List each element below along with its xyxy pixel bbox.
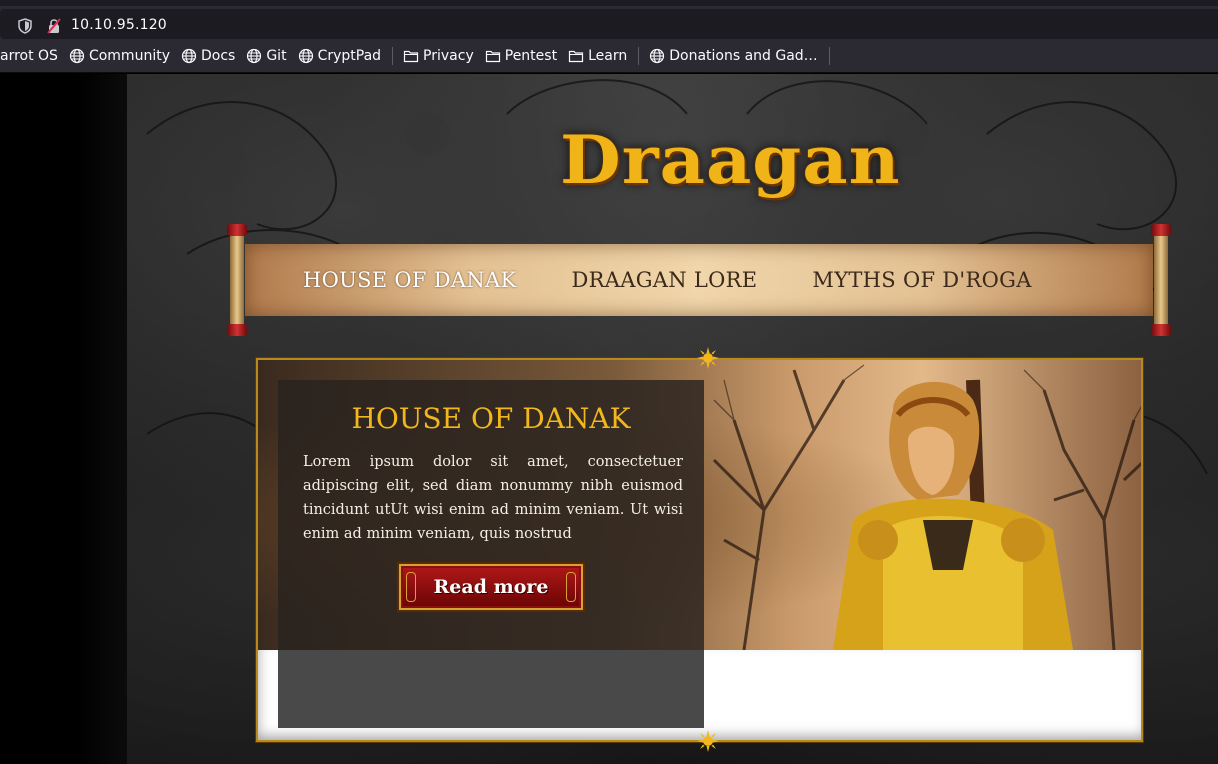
feature-body: Lorem ipsum dolor sit amet, consectetuer… xyxy=(303,454,683,542)
read-more-button[interactable]: Read more xyxy=(399,564,583,610)
bookmark-label: CryptPad xyxy=(317,48,382,64)
folder-icon xyxy=(485,50,500,63)
folder-icon xyxy=(568,50,584,63)
shield-icon[interactable] xyxy=(17,18,33,34)
bookmark-label: Privacy xyxy=(423,48,474,64)
bookmark-separator xyxy=(392,47,394,65)
bookmark-label: Git xyxy=(266,48,287,64)
feature-text-panel: HOUSE OF DANAK Lorem ipsum dolor sit ame… xyxy=(278,380,704,728)
warrior-woman-illustration xyxy=(833,379,1073,650)
bookmark-cryptpad[interactable]: CryptPad xyxy=(298,48,388,64)
insecure-lock-icon[interactable] xyxy=(46,18,62,34)
browser-toolbar: 10.10.95.120 xyxy=(0,0,1218,40)
address-bar[interactable]: 10.10.95.120 xyxy=(0,9,1218,39)
bookmark-label: Docs xyxy=(200,48,236,64)
read-more-label: Read more xyxy=(433,576,549,598)
bookmark-label: arrot OS xyxy=(0,48,58,64)
ornament-right xyxy=(566,572,576,602)
bookmark-folder-privacy[interactable]: Privacy xyxy=(403,48,481,64)
bookmark-label: Pentest xyxy=(504,48,558,64)
globe-icon xyxy=(69,48,85,64)
bookmark-label: Community xyxy=(88,48,170,64)
web-page: Draagan HOUSE OF DANAK DRAAGAN LORE MYTH… xyxy=(0,74,1218,764)
bookmark-folder-learn[interactable]: Learn xyxy=(568,48,634,64)
bookmark-folder-pentest[interactable]: Pentest xyxy=(485,48,564,64)
bookmark-separator xyxy=(828,47,830,65)
bookmark-docs[interactable]: Docs xyxy=(181,48,242,64)
bookmark-label: Donations and Gad… xyxy=(669,48,818,64)
globe-icon xyxy=(247,48,262,64)
scroll-roller-left xyxy=(225,220,249,340)
nav-scroll-banner: HOUSE OF DANAK DRAAGAN LORE MYTHS OF D'R… xyxy=(225,220,1173,340)
panel-lower-shade xyxy=(278,650,704,728)
bookmark-git[interactable]: Git xyxy=(246,48,293,64)
site-logo[interactable]: Draagan xyxy=(560,120,901,199)
nav-myths-of-droga[interactable]: MYTHS OF D'ROGA xyxy=(812,268,1031,292)
bookmarks-toolbar: arrot OS Community Docs Git CryptPad Pri… xyxy=(0,40,1218,73)
folder-icon xyxy=(403,50,419,63)
bookmark-community[interactable]: Community xyxy=(69,48,177,64)
bookmark-separator xyxy=(638,47,640,65)
globe-icon xyxy=(650,48,665,64)
main-nav: HOUSE OF DANAK DRAAGAN LORE MYTHS OF D'R… xyxy=(303,268,1032,292)
nav-house-of-danak[interactable]: HOUSE OF DANAK xyxy=(303,268,517,292)
globe-icon xyxy=(298,48,313,64)
feature-title: HOUSE OF DANAK xyxy=(351,402,631,435)
bookmark-parrot-os[interactable]: arrot OS xyxy=(0,48,65,64)
sun-ornament-icon xyxy=(697,347,719,369)
bookmark-label: Learn xyxy=(588,48,628,64)
bookmark-donations[interactable]: Donations and Gad… xyxy=(649,48,824,64)
url-text[interactable]: 10.10.95.120 xyxy=(71,17,167,33)
globe-icon xyxy=(181,48,197,64)
nav-draagan-lore[interactable]: DRAAGAN LORE xyxy=(572,268,758,292)
page-left-margin xyxy=(0,74,127,764)
ornament-left xyxy=(406,572,416,602)
feature-slider: HOUSE OF DANAK Lorem ipsum dolor sit ame… xyxy=(256,358,1143,742)
sun-ornament-icon xyxy=(697,730,719,752)
scroll-roller-right xyxy=(1149,220,1173,340)
